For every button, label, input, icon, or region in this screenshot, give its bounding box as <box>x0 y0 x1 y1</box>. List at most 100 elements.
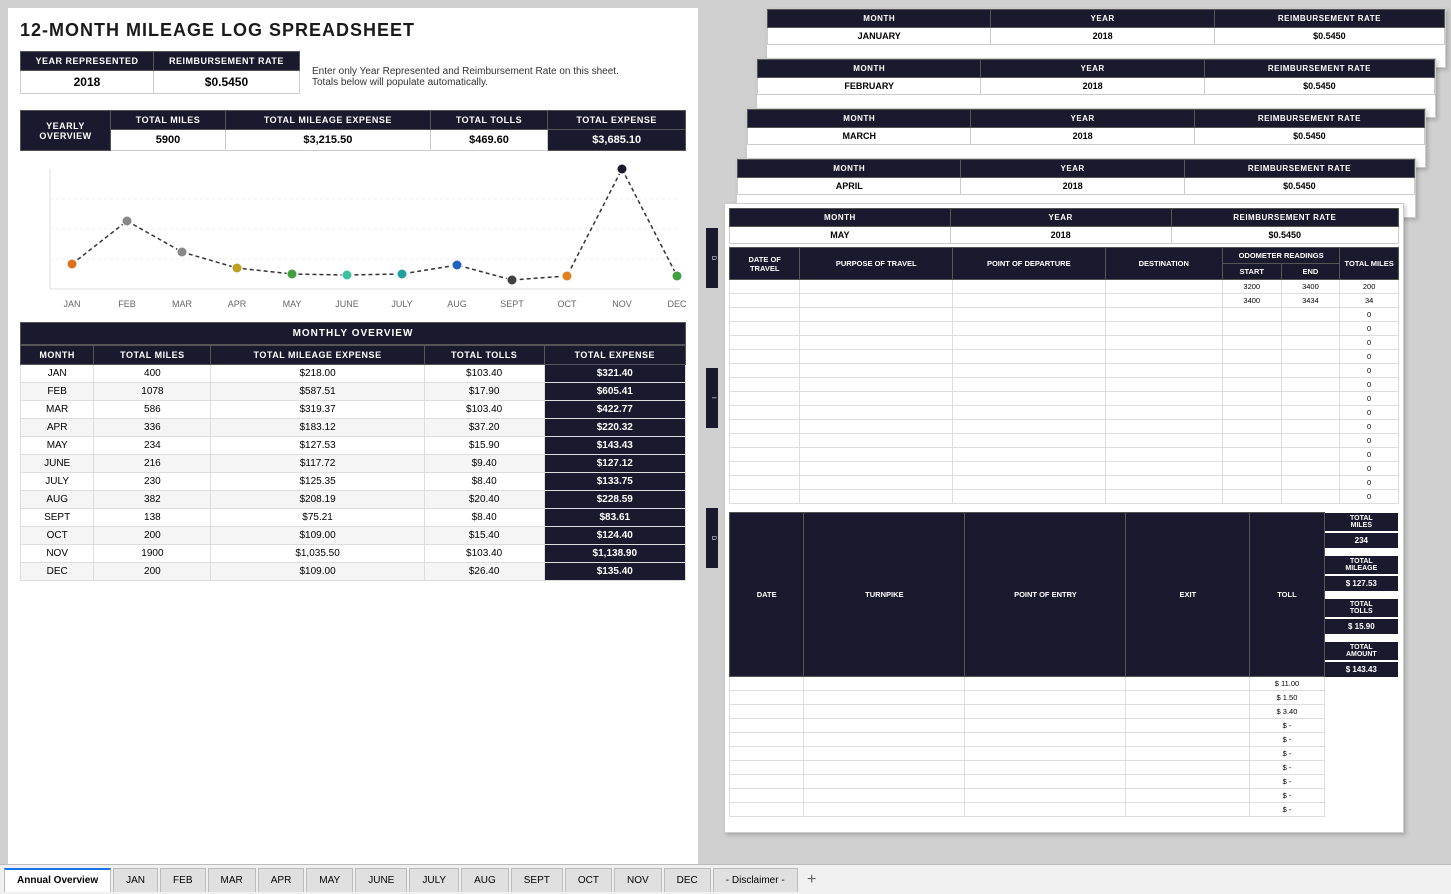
may-row-8-col-2 <box>952 392 1105 406</box>
tab-nov[interactable]: NOV <box>614 868 662 892</box>
tab-mar[interactable]: MAR <box>208 868 256 892</box>
monthly-row-5-col-4: $127.12 <box>544 455 685 473</box>
add-tab-button[interactable]: + <box>800 868 824 892</box>
may-row-10-col-4 <box>1222 420 1281 434</box>
may-row-5-col-5 <box>1281 350 1340 364</box>
toll-row: $ - <box>730 747 1399 761</box>
may-row-6-col-3 <box>1105 364 1222 378</box>
may-row-2-col-6: 0 <box>1340 308 1399 322</box>
year-value[interactable]: 2018 <box>21 71 154 94</box>
may-row-0-col-1 <box>800 280 953 294</box>
monthly-table-row: DEC200$109.00$26.40$135.40 <box>21 563 686 581</box>
toll-row-8-col-2 <box>965 789 1126 803</box>
may-row-14-col-1 <box>800 476 953 490</box>
tab-may[interactable]: MAY <box>306 868 353 892</box>
tab-sept[interactable]: SEPT <box>511 868 563 892</box>
monthly-row-2-col-2: $319.37 <box>211 401 424 419</box>
toll-row-2-col-4: $ 3.40 <box>1250 705 1324 719</box>
monthly-overview-title: MONTHLY OVERVIEW <box>20 322 686 345</box>
rate-value[interactable]: $0.5450 <box>153 71 299 94</box>
may-detail-row: 0 <box>730 392 1399 406</box>
monthly-row-6-col-4: $133.75 <box>544 473 685 491</box>
monthly-row-0-col-0: JAN <box>21 365 94 383</box>
tab-july[interactable]: JULY <box>409 868 459 892</box>
monthly-row-9-col-0: OCT <box>21 527 94 545</box>
monthly-row-1-col-3: $17.90 <box>424 383 544 401</box>
monthly-row-0-col-2: $218.00 <box>211 365 424 383</box>
may-row-9-col-4 <box>1222 406 1281 420</box>
monthly-row-1-col-4: $605.41 <box>544 383 685 401</box>
monthly-row-5-col-1: 216 <box>94 455 211 473</box>
monthly-row-4-col-0: MAY <box>21 437 94 455</box>
tab-oct[interactable]: OCT <box>565 868 612 892</box>
monthly-row-8-col-1: 138 <box>94 509 211 527</box>
tab-disclaimer[interactable]: - Disclaimer - <box>713 868 798 892</box>
may-row-7-col-2 <box>952 378 1105 392</box>
may-row-7-col-3 <box>1105 378 1222 392</box>
tab-bar: Annual Overview JAN FEB MAR APR MAY JUNE… <box>0 864 1451 894</box>
monthly-row-10-col-0: NOV <box>21 545 94 563</box>
tab-aug[interactable]: AUG <box>461 868 509 892</box>
toll-row-1-col-2 <box>965 691 1126 705</box>
may-row-6-col-6: 0 <box>1340 364 1399 378</box>
svg-text:OCT: OCT <box>558 299 578 309</box>
toll-row-9-col-2 <box>965 803 1126 817</box>
may-row-12-col-5 <box>1281 448 1340 462</box>
tab-feb[interactable]: FEB <box>160 868 205 892</box>
may-row-11-col-6: 0 <box>1340 434 1399 448</box>
monthly-row-3-col-1: 336 <box>94 419 211 437</box>
monthly-row-11-col-2: $109.00 <box>211 563 424 581</box>
monthly-row-10-col-1: 1900 <box>94 545 211 563</box>
left-panel: 12-MONTH MILEAGE LOG SPREADSHEET YEAR RE… <box>8 8 698 886</box>
monthly-row-7-col-0: AUG <box>21 491 94 509</box>
may-row-1-col-0 <box>730 294 800 308</box>
may-row-9-col-5 <box>1281 406 1340 420</box>
toll-row-5-col-2 <box>965 747 1126 761</box>
may-row-9-col-3 <box>1105 406 1222 420</box>
tab-annual-overview[interactable]: Annual Overview <box>4 868 111 892</box>
tab-apr[interactable]: APR <box>258 868 305 892</box>
may-row-9-col-0 <box>730 406 800 420</box>
tab-jan[interactable]: JAN <box>113 868 158 892</box>
toll-row-4-col-4: $ - <box>1250 733 1324 747</box>
monthly-table-row: FEB1078$587.51$17.90$605.41 <box>21 383 686 401</box>
may-row-11-col-1 <box>800 434 953 448</box>
total-expense-col-header: TOTAL EXPENSE <box>544 346 685 365</box>
may-detail-row: 0 <box>730 378 1399 392</box>
may-row-9-col-1 <box>800 406 953 420</box>
monthly-row-9-col-1: 200 <box>94 527 211 545</box>
monthly-row-9-col-3: $15.40 <box>424 527 544 545</box>
tab-dec[interactable]: DEC <box>664 868 711 892</box>
toll-row-8-col-0 <box>730 789 804 803</box>
toll-row-4-col-3 <box>1126 733 1250 747</box>
line-chart: JAN FEB MAR APR MAY JUNE JULY AUG SEPT O… <box>20 159 690 309</box>
toll-row-9-col-0 <box>730 803 804 817</box>
may-row-7-col-6: 0 <box>1340 378 1399 392</box>
monthly-row-10-col-4: $1,138.90 <box>544 545 685 563</box>
may-detail-row: 0 <box>730 448 1399 462</box>
main-content: 12-MONTH MILEAGE LOG SPREADSHEET YEAR RE… <box>0 0 1451 894</box>
may-row-3-col-3 <box>1105 322 1222 336</box>
monthly-table-row: AUG382$208.19$20.40$228.59 <box>21 491 686 509</box>
rate-label: REIMBURSEMENT RATE <box>153 52 299 71</box>
may-row-5-col-1 <box>800 350 953 364</box>
may-row-13-col-6: 0 <box>1340 462 1399 476</box>
top-info-left: YEAR REPRESENTED REIMBURSEMENT RATE 2018… <box>20 51 300 102</box>
monthly-row-7-col-2: $208.19 <box>211 491 424 509</box>
may-row-15-col-3 <box>1105 490 1222 504</box>
toll-row-0-col-4: $ 11.00 <box>1250 677 1324 691</box>
top-info-row: YEAR REPRESENTED REIMBURSEMENT RATE 2018… <box>20 51 686 102</box>
toll-row-5-col-4: $ - <box>1250 747 1324 761</box>
tab-june[interactable]: JUNE <box>355 868 407 892</box>
may-row-1-col-1 <box>800 294 953 308</box>
monthly-row-5-col-2: $117.72 <box>211 455 424 473</box>
monthly-table-row: JAN400$218.00$103.40$321.40 <box>21 365 686 383</box>
total-miles-value: 5900 <box>111 130 226 151</box>
monthly-row-6-col-1: 230 <box>94 473 211 491</box>
may-row-6-col-0 <box>730 364 800 378</box>
may-row-6-col-1 <box>800 364 953 378</box>
may-row-2-col-2 <box>952 308 1105 322</box>
may-row-8-col-0 <box>730 392 800 406</box>
monthly-row-0-col-3: $103.40 <box>424 365 544 383</box>
toll-row-5-col-1 <box>804 747 965 761</box>
